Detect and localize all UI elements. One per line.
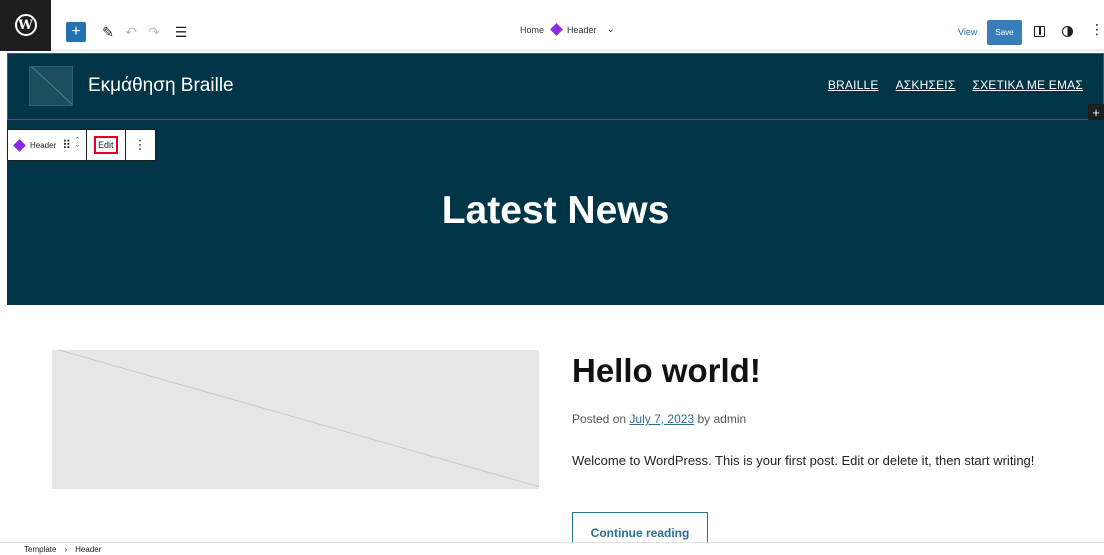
block-toolbar: Header ⠿ ˆˇ Edit ⋮ (7, 129, 156, 161)
chevron-down-icon[interactable]: ⌄ (607, 24, 615, 35)
edit-button[interactable]: Edit (94, 136, 118, 154)
document-part-label: Header (567, 24, 597, 35)
more-options-icon[interactable]: ⋮ (1090, 22, 1104, 36)
post-meta: Posted on July 7, 2023 by admin (572, 412, 746, 426)
header-template-part[interactable]: Εκμάθηση Braille BRAILLE ΑΣΚΗΣΕΙΣ ΣΧΕΤΙΚ… (7, 53, 1104, 120)
nav-item-about[interactable]: ΣΧΕΤΙΚΑ ΜΕ ΕΜΑΣ (972, 78, 1083, 92)
site-logo-placeholder[interactable] (29, 66, 73, 106)
hero-title[interactable]: Latest News (7, 189, 1104, 233)
edit-segment: Edit (87, 130, 126, 160)
post-title[interactable]: Hello world! (572, 352, 761, 390)
settings-panel-icon[interactable] (1034, 26, 1045, 37)
post-date-link[interactable]: July 7, 2023 (629, 412, 694, 426)
site-navigation: BRAILLE ΑΣΚΗΣΕΙΣ ΣΧΕΤΙΚΑ ΜΕ ΕΜΑΣ (828, 78, 1083, 92)
view-button[interactable]: View (958, 27, 977, 37)
by-label: by (697, 412, 711, 426)
breadcrumb-template[interactable]: Template (24, 545, 56, 554)
list-view-icon[interactable]: ☰ (168, 19, 194, 45)
redo-icon[interactable]: ↷ (141, 19, 167, 45)
wordpress-logo-button[interactable]: W (0, 0, 51, 51)
image-placeholder-line (57, 350, 539, 489)
drag-handle-icon[interactable]: ⠿ (62, 138, 71, 152)
block-label: Header (30, 140, 57, 150)
breadcrumb: Template › Header (0, 542, 1104, 555)
styles-half-circle-icon[interactable] (1062, 26, 1073, 37)
post-author[interactable]: admin (713, 412, 746, 426)
document-home-label[interactable]: Home (520, 25, 544, 35)
hero-section: Latest News (7, 120, 1104, 305)
block-options-icon[interactable]: ⋮ (126, 130, 155, 160)
breadcrumb-header[interactable]: Header (75, 545, 101, 554)
chevron-right-icon: › (64, 544, 68, 554)
document-title-bar[interactable]: Home Header ⌄ (520, 23, 615, 36)
logo-placeholder-line (30, 67, 72, 105)
template-part-icon (13, 138, 26, 152)
block-inserter-plus-icon[interactable]: + (1088, 104, 1104, 120)
block-type-switcher[interactable]: Header ⠿ ˆˇ (8, 130, 88, 160)
nav-item-exercises[interactable]: ΑΣΚΗΣΕΙΣ (896, 78, 956, 92)
block-mover-icon[interactable]: ˆˇ (76, 137, 79, 154)
posted-on-label: Posted on (572, 412, 627, 426)
featured-image-placeholder[interactable] (52, 350, 539, 489)
wordpress-icon: W (14, 14, 37, 36)
post-excerpt[interactable]: Welcome to WordPress. This is your first… (572, 448, 1042, 474)
save-button[interactable]: Save (987, 20, 1022, 45)
site-title[interactable]: Εκμάθηση Braille (88, 75, 234, 97)
template-part-icon (550, 23, 563, 36)
nav-item-braille[interactable]: BRAILLE (828, 78, 879, 92)
add-block-button[interactable]: + (66, 22, 86, 42)
